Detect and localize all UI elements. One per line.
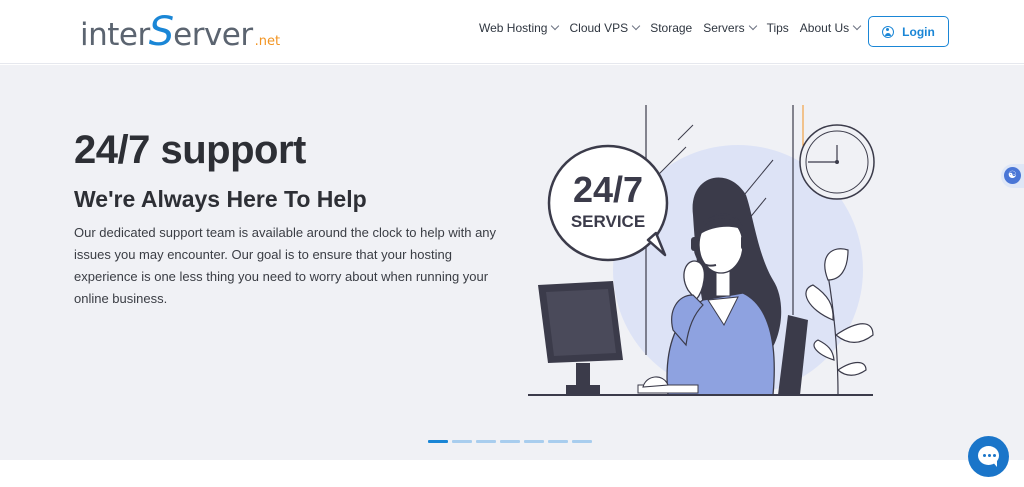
carousel-dot-2[interactable] <box>452 440 472 443</box>
speech-bubble-icon: 24/7 SERVICE <box>547 144 669 262</box>
logo-text-erver: erver <box>173 17 253 53</box>
chevron-down-icon <box>631 21 641 31</box>
nav-item-about-us[interactable]: About Us <box>799 21 862 35</box>
nav-label: Servers <box>703 21 745 35</box>
nav-item-tips[interactable]: Tips <box>767 21 789 35</box>
chat-dot <box>988 454 991 457</box>
nav-item-cloud-vps[interactable]: Cloud VPS <box>569 21 641 35</box>
nav-label: Cloud VPS <box>569 21 629 35</box>
carousel-dot-7[interactable] <box>572 440 592 443</box>
badge-line-1: 24/7 <box>573 169 643 210</box>
user-circle-icon <box>882 25 895 38</box>
nav-item-storage[interactable]: Storage <box>650 21 692 35</box>
chat-dot <box>983 454 986 457</box>
nav-label: Tips <box>766 21 789 35</box>
login-button[interactable]: Login <box>868 16 949 47</box>
nav-item-web-hosting[interactable]: Web Hosting <box>479 21 560 35</box>
chat-bubble-tail <box>991 460 997 467</box>
accessibility-icon: ☯ <box>1004 167 1021 184</box>
nav-label: Storage <box>650 21 693 35</box>
carousel-dot-5[interactable] <box>524 440 544 443</box>
hero-title: 24/7 support <box>74 128 306 172</box>
support-agent-illustration: 24/7 SERVICE <box>528 105 875 396</box>
nav-label: Web Hosting <box>479 21 548 35</box>
chat-dot <box>993 454 996 457</box>
login-label: Login <box>902 24 935 39</box>
chevron-down-icon <box>551 21 560 31</box>
monitor-icon <box>538 281 623 394</box>
nav-label: About Us <box>799 21 850 35</box>
chevron-down-icon <box>852 21 862 31</box>
hero-slide: 24/7 support We're Always Here To Help O… <box>0 65 1024 460</box>
logo-text-net: .net <box>254 34 281 49</box>
badge-line-2: SERVICE <box>571 212 645 231</box>
site-header: inter S erver .net Web Hosting Cloud VPS… <box>0 0 1024 64</box>
hero-subtitle: We're Always Here To Help <box>74 186 367 212</box>
logo-text-s: S <box>148 9 175 55</box>
chat-button[interactable] <box>968 436 1009 477</box>
clock-icon <box>799 124 875 200</box>
chevron-down-icon <box>748 21 757 31</box>
logo-text-inter: inter <box>80 17 150 53</box>
accessibility-button[interactable]: ☯ <box>1001 164 1024 188</box>
carousel-dot-3[interactable] <box>476 440 496 443</box>
carousel-dot-6[interactable] <box>548 440 568 443</box>
interserver-logo[interactable]: inter S erver .net <box>80 10 280 54</box>
nav-item-servers[interactable]: Servers <box>703 21 757 35</box>
main-nav: Web Hosting Cloud VPS Storage Servers Ti… <box>479 21 871 35</box>
hero-description: Our dedicated support team is available … <box>74 225 497 306</box>
carousel-dot-1[interactable] <box>428 440 448 443</box>
carousel-dot-4[interactable] <box>500 440 520 443</box>
carousel-pagination <box>428 440 592 443</box>
